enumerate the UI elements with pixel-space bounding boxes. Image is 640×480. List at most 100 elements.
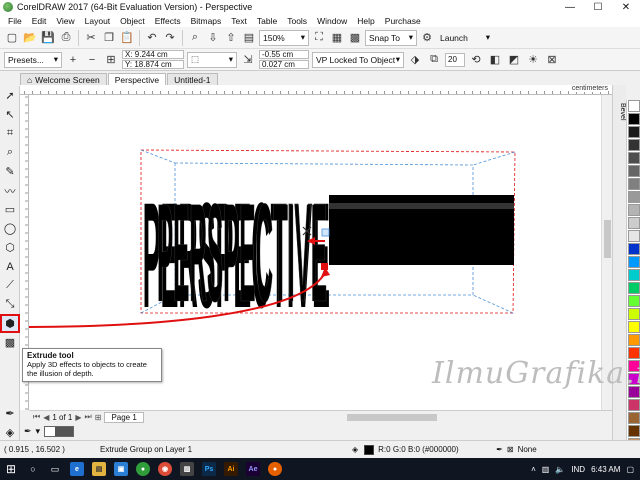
coreldraw-taskbar-icon[interactable]: ● — [132, 458, 154, 480]
zoom-level-dropdown[interactable]: 150% ▾ — [259, 29, 309, 46]
chevron-down-icon[interactable]: ▾ — [36, 426, 41, 437]
color-swatch[interactable] — [628, 230, 640, 242]
new-document-icon[interactable]: ▢ — [4, 30, 20, 46]
maximize-button[interactable]: ☐ — [584, 0, 612, 14]
clear-extrude-icon[interactable]: ⊠ — [544, 52, 560, 68]
launch-dropdown[interactable]: Launch ▾ — [437, 30, 493, 46]
add-preset-icon[interactable]: + — [65, 52, 81, 68]
color-swatch[interactable] — [628, 308, 640, 320]
extrude-lighting-icon[interactable]: ☀ — [525, 52, 541, 68]
extrusion-type-dropdown[interactable]: ⬚ ▾ — [187, 51, 237, 68]
color-swatch[interactable] — [628, 269, 640, 281]
vanishing-point-dropdown[interactable]: VP Locked To Object ▾ — [312, 51, 404, 68]
menu-window[interactable]: Window — [312, 16, 352, 26]
undo-icon[interactable]: ↶ — [144, 30, 160, 46]
save-icon[interactable]: 💾 — [40, 30, 56, 46]
transparency-tool-icon[interactable]: ▩ — [0, 333, 20, 352]
file-explorer-icon[interactable]: ▤ — [88, 458, 110, 480]
search-content-icon[interactable]: ⌕ — [187, 30, 203, 46]
paste-icon[interactable]: 📋 — [119, 30, 135, 46]
menu-edit[interactable]: Edit — [27, 16, 52, 26]
after-effects-icon[interactable]: Ae — [242, 458, 264, 480]
rulers-icon[interactable]: ▦ — [329, 30, 345, 46]
tab-perspective[interactable]: Perspective — [107, 73, 167, 85]
rectangle-tool-icon[interactable]: ▭ — [0, 200, 20, 219]
color-swatch[interactable] — [628, 399, 640, 411]
illustrator-icon[interactable]: Ai — [220, 458, 242, 480]
scrollbar-thumb[interactable] — [604, 220, 611, 258]
menu-tools[interactable]: Tools — [282, 16, 312, 26]
menu-text[interactable]: Text — [226, 16, 252, 26]
color-swatch[interactable] — [628, 100, 640, 112]
crop-tool-icon[interactable]: ⌗ — [0, 124, 20, 143]
document-palette-swatches[interactable] — [44, 425, 75, 437]
freehand-tool-icon[interactable]: ✎ — [0, 162, 20, 181]
text-tool-icon[interactable]: A — [0, 257, 20, 276]
store-icon[interactable]: ▣ — [110, 458, 132, 480]
extrude-rotation-icon[interactable]: ⟲ — [468, 52, 484, 68]
extrude-bevel-icon[interactable]: ◩ — [506, 52, 522, 68]
menu-table[interactable]: Table — [252, 16, 282, 26]
docker-tab-bevel[interactable]: Bevel — [614, 103, 626, 121]
windows-start-icon[interactable]: ⊞ — [0, 458, 22, 480]
presets-dropdown[interactable]: Presets... ▾ — [4, 51, 62, 68]
color-swatch[interactable] — [628, 191, 640, 203]
search-icon[interactable]: ○ — [22, 458, 44, 480]
volume-icon[interactable]: 🔈 — [555, 465, 565, 474]
tab-untitled-1[interactable]: Untitled-1 — [167, 73, 218, 85]
color-swatch[interactable] — [628, 113, 640, 125]
parallel-dimension-tool-icon[interactable]: ⟋ — [0, 276, 20, 295]
chrome-icon[interactable]: ◉ — [154, 458, 176, 480]
horizontal-ruler[interactable]: centimeters — [20, 85, 612, 95]
extrude-tool-icon[interactable]: ⬢ — [0, 314, 20, 333]
menu-purchase[interactable]: Purchase — [380, 16, 426, 26]
export-icon[interactable]: ⇧ — [223, 30, 239, 46]
pick-tool-icon[interactable]: ➚ — [0, 86, 20, 105]
full-screen-icon[interactable]: ⛶ — [311, 30, 327, 46]
menu-object[interactable]: Object — [115, 16, 150, 26]
remove-preset-icon[interactable]: − — [84, 52, 100, 68]
color-swatch[interactable] — [628, 256, 640, 268]
menu-effects[interactable]: Effects — [150, 16, 186, 26]
depth-field[interactable]: 20 — [445, 52, 465, 67]
extrude-color-icon[interactable]: ◧ — [487, 52, 503, 68]
color-swatch[interactable] — [628, 152, 640, 164]
prev-page-icon[interactable]: ◀ — [43, 413, 49, 422]
color-swatch[interactable] — [628, 165, 640, 177]
notifications-icon[interactable]: ▢ — [626, 465, 634, 474]
network-icon[interactable]: ▥ — [542, 465, 550, 474]
color-swatch[interactable] — [628, 412, 640, 424]
firefox-icon[interactable]: ● — [264, 458, 286, 480]
color-swatch[interactable] — [628, 126, 640, 138]
redo-icon[interactable]: ↷ — [162, 30, 178, 46]
extrude-handle[interactable] — [321, 228, 330, 237]
snap-to-dropdown[interactable]: Snap To ▾ — [365, 29, 417, 46]
connector-tool-icon[interactable]: ⤡ — [0, 295, 20, 314]
color-swatch[interactable] — [628, 178, 640, 190]
print-icon[interactable]: ⎙ — [58, 30, 74, 46]
color-swatch[interactable] — [628, 243, 640, 255]
publish-pdf-icon[interactable]: ▤ — [241, 30, 257, 46]
clock[interactable]: 6:43 AM — [591, 465, 620, 474]
no-outline-icon[interactable]: ⊠ — [507, 445, 514, 454]
color-swatch[interactable] — [628, 425, 640, 437]
chevron-up-icon[interactable]: ˄ — [531, 465, 536, 474]
color-swatch[interactable] — [628, 295, 640, 307]
vp-relative-icon[interactable]: ⬗ — [407, 52, 423, 68]
color-swatch[interactable] — [628, 321, 640, 333]
menu-help[interactable]: Help — [352, 16, 379, 26]
language-indicator[interactable]: IND — [571, 465, 585, 474]
menu-bitmaps[interactable]: Bitmaps — [186, 16, 227, 26]
vp-y-field[interactable]: 0.027 cm — [259, 60, 309, 69]
page-tab[interactable]: Page 1 — [104, 411, 144, 423]
menu-layout[interactable]: Layout — [80, 16, 116, 26]
menu-view[interactable]: View — [51, 16, 79, 26]
close-button[interactable]: ✕ — [612, 0, 640, 14]
add-page-icon[interactable]: ⊞ — [95, 413, 102, 422]
last-page-icon[interactable]: ⏭ — [85, 412, 92, 422]
open-folder-icon[interactable]: 📂 — [22, 30, 38, 46]
vp-x-field[interactable]: -0.55 cm — [259, 50, 309, 59]
photos-icon[interactable]: ▨ — [176, 458, 198, 480]
cut-icon[interactable]: ✂ — [83, 30, 99, 46]
horizontal-scrollbar-thumb[interactable] — [346, 413, 437, 421]
